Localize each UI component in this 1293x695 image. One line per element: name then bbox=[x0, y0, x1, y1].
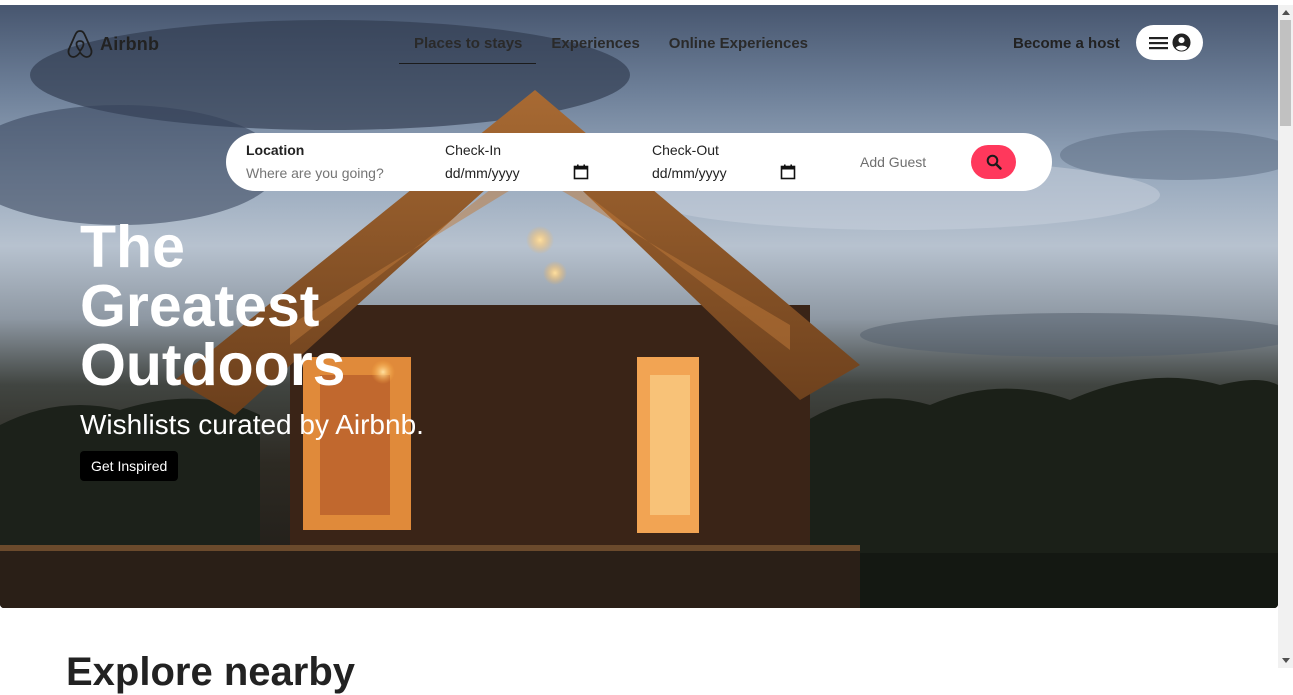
check-in-label: Check-In bbox=[445, 142, 502, 158]
check-in-field[interactable]: Check-In dd/mm/yyyy bbox=[445, 142, 520, 181]
tab-places-to-stays[interactable]: Places to stays bbox=[399, 25, 537, 64]
check-in-input[interactable]: dd/mm/yyyy bbox=[445, 165, 520, 181]
location-label: Location bbox=[246, 142, 305, 158]
search-bar: Location Where are you going? Check-In d… bbox=[226, 133, 1052, 191]
check-out-label: Check-Out bbox=[652, 142, 719, 158]
become-host-link[interactable]: Become a host bbox=[1013, 35, 1120, 52]
brand-name: Airbnb bbox=[100, 33, 160, 54]
calendar-icon[interactable] bbox=[573, 164, 589, 180]
top-navbar: Airbnb Places to stays Experiences Onlin… bbox=[0, 5, 1278, 75]
location-field[interactable]: Location Where are you going? bbox=[246, 142, 384, 181]
hero-subtitle: Wishlists curated by Airbnb. bbox=[80, 409, 424, 440]
check-out-input[interactable]: dd/mm/yyyy bbox=[652, 165, 727, 181]
airbnb-logo-icon bbox=[67, 30, 93, 58]
location-input[interactable]: Where are you going? bbox=[246, 165, 384, 181]
search-icon bbox=[986, 154, 1002, 170]
scrollbar-thumb[interactable] bbox=[1280, 20, 1291, 126]
hero-title-line: Outdoors bbox=[80, 332, 346, 398]
hero-title-line: The bbox=[80, 214, 185, 280]
scroll-up-arrow-icon[interactable] bbox=[1278, 5, 1293, 20]
calendar-icon[interactable] bbox=[780, 164, 796, 180]
add-guest-field[interactable]: Add Guest bbox=[860, 154, 926, 170]
profile-menu-button[interactable] bbox=[1136, 25, 1203, 60]
user-circle-icon bbox=[1171, 33, 1191, 52]
page-scrollbar[interactable] bbox=[1278, 5, 1293, 668]
get-inspired-button[interactable]: Get Inspired bbox=[80, 451, 179, 481]
hero-title-line: Greatest bbox=[80, 273, 320, 339]
tab-online-experiences[interactable]: Online Experiences bbox=[654, 25, 822, 64]
hero-banner: Airbnb Places to stays Experiences Onlin… bbox=[0, 5, 1278, 608]
tab-experiences[interactable]: Experiences bbox=[536, 25, 653, 64]
check-out-field[interactable]: Check-Out dd/mm/yyyy bbox=[652, 142, 727, 181]
menu-icon bbox=[1148, 36, 1168, 49]
nav-tabs: Places to stays Experiences Online Exper… bbox=[399, 25, 822, 64]
scroll-down-arrow-icon[interactable] bbox=[1278, 653, 1293, 668]
hero-title: The Greatest Outdoors bbox=[80, 218, 345, 395]
explore-nearby-heading: Explore nearby bbox=[66, 650, 356, 694]
brand-logo[interactable]: Airbnb bbox=[66, 29, 159, 59]
search-button[interactable] bbox=[971, 145, 1016, 179]
